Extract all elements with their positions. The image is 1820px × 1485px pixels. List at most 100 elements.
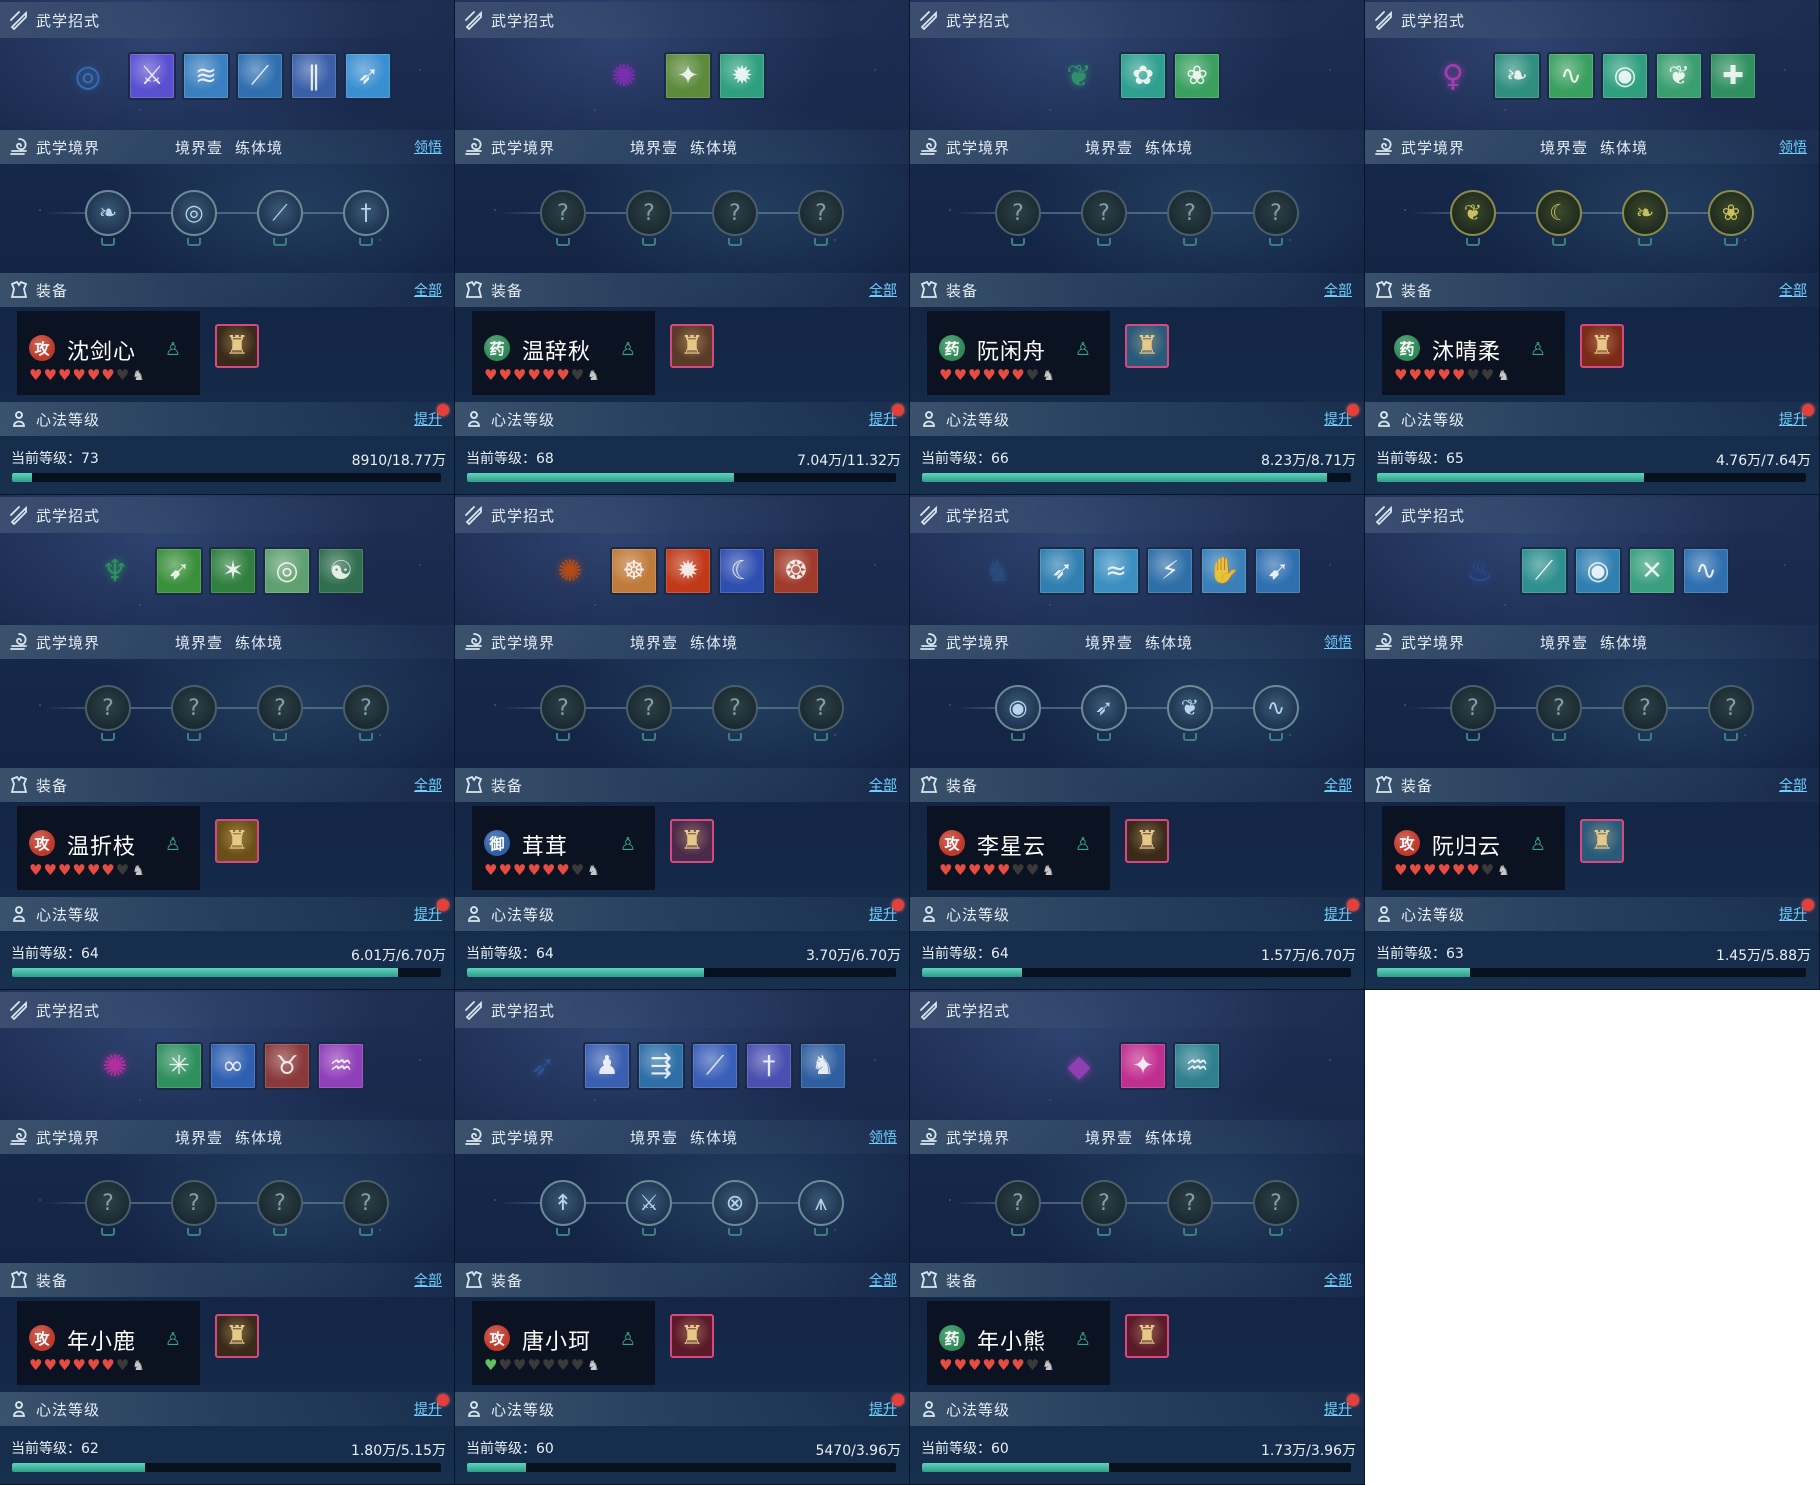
purple-tornado-icon[interactable]: ♒ bbox=[317, 1042, 365, 1090]
tornado-icon[interactable]: ◉ bbox=[1574, 547, 1622, 595]
radiant-sun-icon[interactable]: ✹ bbox=[718, 52, 766, 100]
locked-icon[interactable]: ? bbox=[626, 685, 672, 741]
thorn-icon[interactable]: ✶ bbox=[209, 547, 257, 595]
feather-icon[interactable]: ❧ bbox=[85, 190, 131, 246]
taiji-icon[interactable]: ☯ bbox=[317, 547, 365, 595]
comprehend-link[interactable]: 领悟 bbox=[1779, 137, 1807, 157]
character-card[interactable]: 御茸茸 ♙ ♥♥♥♥♥♥♥ ♞ bbox=[472, 806, 655, 890]
robe-icon[interactable]: ♜ bbox=[670, 324, 714, 368]
locked-icon[interactable]: ? bbox=[1622, 685, 1668, 741]
locked-icon[interactable]: ? bbox=[1081, 1180, 1127, 1236]
moon-icon[interactable]: ☾ bbox=[1536, 190, 1582, 246]
locked-icon[interactable]: ? bbox=[1253, 190, 1299, 246]
bird-icon[interactable]: ➶ bbox=[1081, 685, 1127, 741]
dark-armor-icon[interactable]: ♜ bbox=[1125, 819, 1169, 863]
jade-slash-icon[interactable]: ⟋ bbox=[1520, 547, 1568, 595]
character-card[interactable]: 攻阮归云 ♙ ♥♥♥♥♥♥♥ ♞ bbox=[1382, 806, 1565, 890]
locked-icon[interactable]: ? bbox=[712, 190, 758, 246]
locked-icon[interactable]: ? bbox=[257, 1180, 303, 1236]
target-icon[interactable]: ⊗ bbox=[712, 1180, 758, 1236]
locked-icon[interactable]: ? bbox=[257, 685, 303, 741]
palm-strike-icon[interactable]: ✋ bbox=[1200, 547, 1248, 595]
character-card[interactable]: 攻年小鹿 ♙ ♥♥♥♥♥♥♥ ♞ bbox=[17, 1301, 200, 1385]
character-card[interactable]: 攻唐小珂 ♙ ♥♥♥♥♥♥♥ ♞ bbox=[472, 1301, 655, 1385]
cloak-icon[interactable]: ♜ bbox=[1125, 324, 1169, 368]
dash-strike-icon[interactable]: ➶ bbox=[344, 52, 392, 100]
equip-all-link[interactable]: 全部 bbox=[1324, 280, 1352, 300]
sword-icon[interactable]: † bbox=[343, 190, 389, 246]
swirl-icon[interactable]: ◉ bbox=[995, 685, 1041, 741]
locked-icon[interactable]: ? bbox=[1253, 1180, 1299, 1236]
equip-all-link[interactable]: 全部 bbox=[414, 1270, 442, 1290]
leap-icon[interactable]: ➹ bbox=[1254, 547, 1302, 595]
pink-blade-icon[interactable]: ✦ bbox=[1119, 1042, 1167, 1090]
character-card[interactable]: 攻温折枝 ♙ ♥♥♥♥♥♥♥ ♞ bbox=[17, 806, 200, 890]
character-card[interactable]: 药温辞秋 ♙ ♥♥♥♥♥♥♥ ♞ bbox=[472, 311, 655, 395]
wing-icon[interactable]: ❦ bbox=[1450, 190, 1496, 246]
leaf-swirl-icon[interactable]: ❦ bbox=[1655, 52, 1703, 100]
locked-icon[interactable]: ? bbox=[343, 1180, 389, 1236]
ring-icon[interactable]: ◎ bbox=[263, 547, 311, 595]
arrow-icon[interactable]: ↟ bbox=[540, 1180, 586, 1236]
green-wave-icon[interactable]: ∿ bbox=[1547, 52, 1595, 100]
leaf-spirit-icon[interactable]: ❦ bbox=[1053, 50, 1105, 102]
locked-icon[interactable]: ? bbox=[1167, 190, 1213, 246]
crescent-icon[interactable]: ☾ bbox=[718, 547, 766, 595]
blue-flame-icon[interactable]: ♨ bbox=[1454, 545, 1506, 597]
locked-icon[interactable]: ? bbox=[798, 190, 844, 246]
character-card[interactable]: 攻李星云 ♙ ♥♥♥♥♥♥♥ ♞ bbox=[927, 806, 1110, 890]
crossbow-icon[interactable]: ⚔ bbox=[626, 1180, 672, 1236]
leaf-dart-icon[interactable]: ➹ bbox=[155, 547, 203, 595]
comprehend-link[interactable]: 领悟 bbox=[869, 1127, 897, 1147]
tide-icon[interactable]: ∿ bbox=[1682, 547, 1730, 595]
arrow-rain-icon[interactable]: ⇶ bbox=[637, 1042, 685, 1090]
character-card[interactable]: 攻沈剑心 ♙ ♥♥♥♥♥♥♥ ♞ bbox=[17, 311, 200, 395]
blade-icon[interactable]: ⟋ bbox=[257, 190, 303, 246]
equip-all-link[interactable]: 全部 bbox=[869, 1270, 897, 1290]
explosion-icon[interactable]: ✹ bbox=[664, 547, 712, 595]
shadow-icon[interactable]: ♞ bbox=[799, 1042, 847, 1090]
green-fan-icon[interactable]: ✦ bbox=[664, 52, 712, 100]
vortex-icon[interactable]: ◉ bbox=[1601, 52, 1649, 100]
cross-slash-icon[interactable]: ✕ bbox=[1628, 547, 1676, 595]
leaf-icon[interactable]: ❧ bbox=[1622, 190, 1668, 246]
wing-icon[interactable]: ❦ bbox=[1167, 685, 1213, 741]
fire-monk-icon[interactable]: ✺ bbox=[544, 545, 596, 597]
spiked-armor-icon[interactable]: ♜ bbox=[670, 819, 714, 863]
shark-icon[interactable]: ♒ bbox=[1173, 1042, 1221, 1090]
magenta-orb-icon[interactable]: ✺ bbox=[89, 1040, 141, 1092]
wind-leaf-icon[interactable]: ❧ bbox=[1493, 52, 1541, 100]
locked-icon[interactable]: ? bbox=[540, 190, 586, 246]
flame-armor-icon[interactable]: ♜ bbox=[1580, 324, 1624, 368]
equip-all-link[interactable]: 全部 bbox=[869, 280, 897, 300]
character-card[interactable]: 药沐晴柔 ♙ ♥♥♥♥♥♥♥ ♞ bbox=[1382, 311, 1565, 395]
red-armor-icon[interactable]: ♜ bbox=[1125, 1314, 1169, 1358]
equip-all-link[interactable]: 全部 bbox=[869, 775, 897, 795]
locked-icon[interactable]: ? bbox=[995, 190, 1041, 246]
sword-swirl-icon[interactable]: ◎ bbox=[62, 50, 114, 102]
green-burst-icon[interactable]: ✳ bbox=[155, 1042, 203, 1090]
dark-armor-icon[interactable]: ♜ bbox=[215, 1314, 259, 1358]
crystal-icon[interactable]: ◆ bbox=[1053, 1040, 1105, 1092]
locked-icon[interactable]: ? bbox=[171, 1180, 217, 1236]
bird-strike-icon[interactable]: ➶ bbox=[517, 1040, 569, 1092]
wave-icon[interactable]: ∿ bbox=[1253, 685, 1299, 741]
equip-all-link[interactable]: 全部 bbox=[1779, 775, 1807, 795]
kick-icon[interactable]: ➶ bbox=[1038, 547, 1086, 595]
sword-rain-icon[interactable]: ‖ bbox=[290, 52, 338, 100]
locked-icon[interactable]: ? bbox=[85, 685, 131, 741]
locked-icon[interactable]: ? bbox=[798, 685, 844, 741]
comprehend-link[interactable]: 领悟 bbox=[414, 137, 442, 157]
wind-slash-icon[interactable]: ≈ bbox=[1092, 547, 1140, 595]
martial-stance-icon[interactable]: ♞ bbox=[972, 545, 1024, 597]
fire-swirl-icon[interactable]: ❂ bbox=[772, 547, 820, 595]
equip-all-link[interactable]: 全部 bbox=[1779, 280, 1807, 300]
locked-icon[interactable]: ? bbox=[1081, 190, 1127, 246]
claw-icon[interactable]: ⚡ bbox=[1146, 547, 1194, 595]
equip-all-link[interactable]: 全部 bbox=[414, 280, 442, 300]
locked-icon[interactable]: ? bbox=[343, 685, 389, 741]
spiral-icon[interactable]: ◎ bbox=[171, 190, 217, 246]
dancer-icon[interactable]: ♀ bbox=[1427, 50, 1479, 102]
locked-icon[interactable]: ? bbox=[85, 1180, 131, 1236]
locked-icon[interactable]: ? bbox=[1536, 685, 1582, 741]
